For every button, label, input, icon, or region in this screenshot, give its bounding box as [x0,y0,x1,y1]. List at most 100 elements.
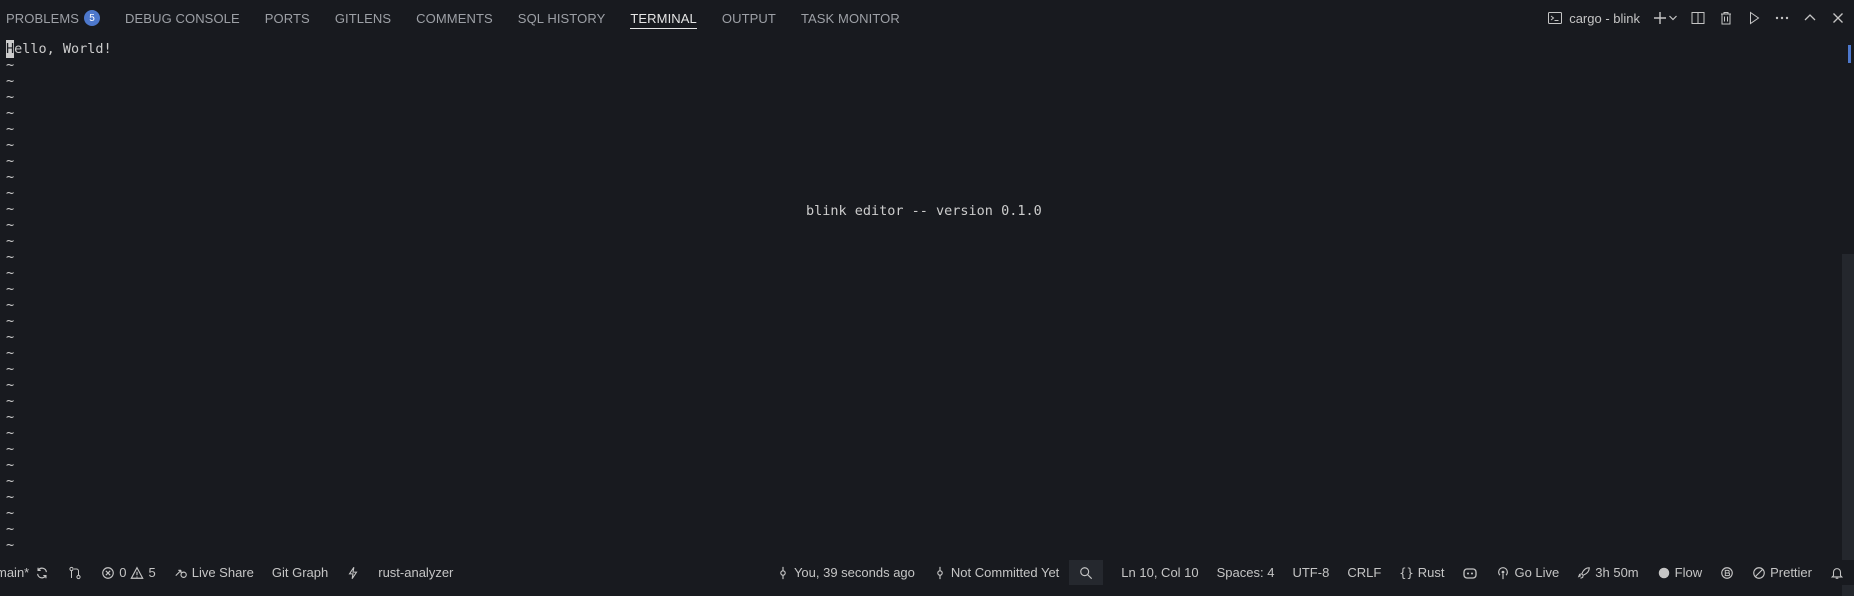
chevron-down-icon[interactable] [1668,10,1678,26]
new-terminal-button[interactable] [1652,10,1678,26]
language-text: Rust [1417,565,1445,580]
status-bar: main* 0 5 Live Share Git Graph rust-anal… [0,560,1854,585]
tab-debug-console[interactable]: DEBUG CONSOLE [125,0,240,36]
rust-analyzer-run-button[interactable] [346,566,360,580]
tab-task-monitor[interactable]: TASK MONITOR [801,0,900,36]
warning-icon [130,566,145,580]
panel-header: PROBLEMS 5 DEBUG CONSOLE PORTS GITLENS C… [0,0,1854,36]
tab-problems[interactable]: PROBLEMS 5 [6,0,101,36]
more-icon [1774,10,1790,26]
maximize-panel-button[interactable] [1802,10,1818,26]
live-share-button[interactable]: Live Share [174,565,254,580]
git-commit-icon [776,566,790,580]
copilot-button[interactable] [1462,565,1478,581]
more-actions-button[interactable] [1774,10,1790,26]
git-commit-icon [933,566,947,580]
tab-label: COMMENTS [416,10,493,26]
terminal-selector[interactable]: cargo - blink [1547,10,1640,26]
git-graph-button[interactable]: Git Graph [272,565,328,580]
kill-terminal-button[interactable] [1718,10,1734,26]
indentation-text: Spaces: 4 [1216,565,1275,580]
braces-icon: {} [1399,565,1414,580]
panel-tabs: PROBLEMS 5 DEBUG CONSOLE PORTS GITLENS C… [0,0,925,36]
git-branch: main* [0,565,30,580]
sync-button[interactable] [35,566,49,580]
tab-ports[interactable]: PORTS [265,0,310,36]
zoom-search-button[interactable] [1069,560,1104,585]
git-blame-item[interactable]: You, 39 seconds ago [776,565,915,580]
problems-status[interactable]: 0 5 [101,565,156,580]
tab-label: OUTPUT [721,10,776,26]
tilde-line: ~ [6,537,15,553]
commit-status-item[interactable]: Not Committed Yet [933,565,1059,580]
trash-icon [1718,10,1734,26]
circle-icon [1657,566,1671,580]
badge-icon [1720,566,1734,580]
eol-item[interactable]: CRLF [1347,565,1381,580]
tab-comments[interactable]: COMMENTS [416,0,493,36]
problems-count-badge: 5 [84,10,101,26]
plus-icon [1652,10,1668,26]
error-count: 0 [119,565,127,580]
terminal-line: Hello, World! [6,40,112,58]
encoding-text: UTF-8 [1292,565,1330,580]
go-live-label: Go Live [1514,565,1560,580]
flow-item[interactable]: Flow [1657,565,1702,580]
tab-gitlens[interactable]: GITLENS [335,0,391,36]
chevron-up-icon [1802,10,1818,26]
run-button[interactable] [1746,10,1762,26]
terminal-scrollbar[interactable] [1838,36,1854,596]
git-graph-label: Git Graph [271,565,329,580]
tab-terminal[interactable]: TERMINAL [630,0,697,36]
prettier-item[interactable]: Prettier [1752,565,1812,580]
terminal-output[interactable]: Hello, World! ~ ~ ~ ~ ~ ~ ~ ~ ~ ~ ~ ~ ~ … [0,36,1838,560]
cursor-position-text: Ln 10, Col 10 [1121,565,1199,580]
prettier-label: Prettier [1770,565,1812,580]
tab-label: GITLENS [334,10,392,26]
warning-count: 5 [148,565,156,580]
timer-item[interactable]: 3h 50m [1577,565,1639,580]
rust-analyzer-status[interactable]: rust-analyzer [378,565,453,580]
terminal-text: ello, World! [14,41,112,57]
play-icon [1746,10,1762,26]
tab-label: PROBLEMS [6,10,80,26]
language-mode-item[interactable]: {} Rust [1399,565,1444,580]
lightning-icon [346,566,360,580]
scrollbar-thumb[interactable] [1842,254,1854,596]
live-share-label: Live Share [191,565,254,580]
tab-label: TERMINAL [630,10,697,26]
status-bar-right: You, 39 seconds ago Not Committed Yet Ln… [758,560,1854,585]
git-publish-button[interactable] [67,565,83,581]
welcome-message: blink editor -- version 0.1.0 [806,203,1042,219]
tab-output[interactable]: OUTPUT [722,0,776,36]
git-compare-icon [67,565,83,581]
flow-label: Flow [1674,565,1703,580]
scrollbar-marker [1848,45,1851,63]
status-bar-left: main* 0 5 Live Share Git Graph rust-anal… [0,560,471,585]
tab-sql-history[interactable]: SQL HISTORY [518,0,606,36]
close-panel-button[interactable] [1830,10,1846,26]
go-live-button[interactable]: Go Live [1496,565,1559,580]
cursor-position[interactable]: Ln 10, Col 10 [1121,565,1198,580]
rust-analyzer-label: rust-analyzer [378,565,454,580]
rocket-icon [1577,566,1591,580]
extension-button[interactable] [1720,566,1734,580]
split-icon [1690,10,1706,26]
live-share-icon [174,566,188,580]
notifications-button[interactable] [1830,566,1844,580]
commit-status-text: Not Committed Yet [950,565,1060,580]
encoding-item[interactable]: UTF-8 [1292,565,1329,580]
git-branch-item[interactable]: main* [0,565,29,580]
timer-text: 3h 50m [1595,565,1639,580]
terminal-icon [1547,10,1563,26]
close-icon [1830,10,1846,26]
split-terminal-button[interactable] [1690,10,1706,26]
tab-label: PORTS [264,10,310,26]
tab-label: TASK MONITOR [800,10,900,26]
tab-label: DEBUG CONSOLE [125,10,240,26]
indentation-item[interactable]: Spaces: 4 [1217,565,1275,580]
terminal-name: cargo - blink [1569,10,1640,26]
copilot-icon [1462,565,1478,581]
eol-text: CRLF [1347,565,1382,580]
prettier-disabled-icon [1752,566,1766,580]
